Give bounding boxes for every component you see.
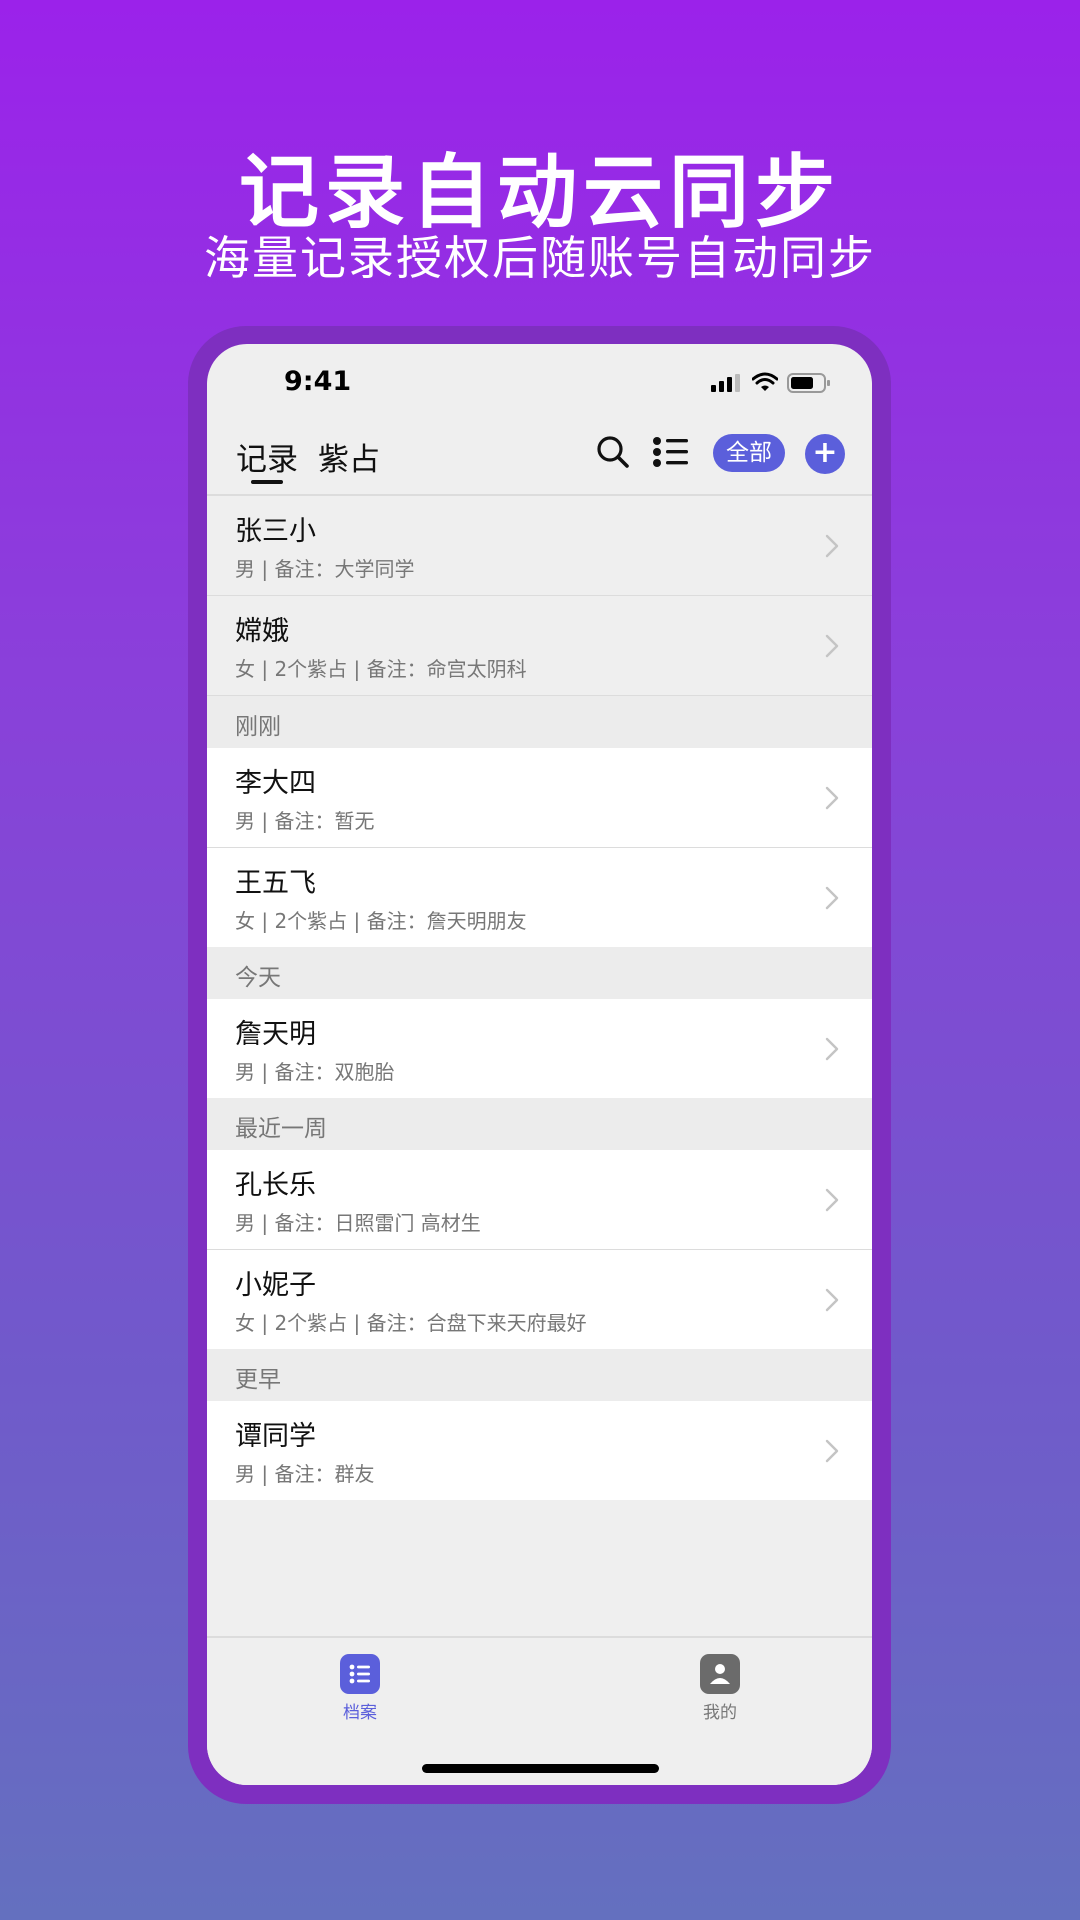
record-meta: 男 | 备注：群友 bbox=[235, 1462, 375, 1486]
active-tab-indicator bbox=[251, 480, 283, 484]
record-name: 詹天明 bbox=[235, 1019, 316, 1050]
record-name: 谭同学 bbox=[235, 1421, 316, 1452]
list-item[interactable]: 嫦娥 女 | 2个紫占 | 备注：命宫太阴科 bbox=[207, 596, 872, 696]
list-icon bbox=[340, 1654, 380, 1694]
phone-screen: 9:41 记录 紫占 全部 + 张三小 男 | 备注：大学同学 嫦娥 女 | 2… bbox=[207, 344, 872, 1785]
status-time: 9:41 bbox=[284, 366, 352, 397]
list-item[interactable]: 谭同学 男 | 备注：群友 bbox=[207, 1401, 872, 1500]
record-meta: 男 | 备注：日照雷门 高材生 bbox=[235, 1211, 481, 1235]
list-item[interactable]: 孔长乐 男 | 备注：日照雷门 高材生 bbox=[207, 1150, 872, 1250]
list-item[interactable]: 小妮子 女 | 2个紫占 | 备注：合盘下来天府最好 bbox=[207, 1250, 872, 1349]
chevron-right-icon bbox=[825, 786, 839, 810]
list-item[interactable]: 詹天明 男 | 备注：双胞胎 bbox=[207, 999, 872, 1098]
signal-icon bbox=[711, 374, 740, 392]
list-item[interactable]: 王五飞 女 | 2个紫占 | 备注：詹天明朋友 bbox=[207, 848, 872, 947]
top-nav: 记录 紫占 全部 + bbox=[207, 424, 872, 496]
record-meta: 女 | 2个紫占 | 备注：命宫太阴科 bbox=[235, 657, 527, 681]
section-header: 今天 bbox=[207, 947, 872, 999]
section-header: 最近一周 bbox=[207, 1098, 872, 1150]
record-meta: 女 | 2个紫占 | 备注：詹天明朋友 bbox=[235, 909, 527, 933]
record-meta: 男 | 备注：双胞胎 bbox=[235, 1060, 395, 1084]
section-title: 刚刚 bbox=[235, 714, 281, 740]
section-title: 最近一周 bbox=[235, 1116, 327, 1142]
add-record-button[interactable]: + bbox=[805, 434, 845, 474]
record-name: 王五飞 bbox=[235, 868, 316, 899]
wifi-icon bbox=[752, 372, 778, 391]
section-title: 更早 bbox=[235, 1367, 281, 1393]
bottom-tab-bar: 档案 我的 bbox=[207, 1636, 872, 1785]
home-indicator[interactable] bbox=[422, 1764, 659, 1773]
list-item[interactable]: 张三小 男 | 备注：大学同学 bbox=[207, 496, 872, 596]
section-header: 刚刚 bbox=[207, 696, 872, 748]
tab-ziwei[interactable]: 紫占 bbox=[318, 434, 380, 479]
filter-all-button[interactable]: 全部 bbox=[713, 434, 785, 472]
chevron-right-icon bbox=[825, 534, 839, 558]
chevron-right-icon bbox=[825, 1439, 839, 1463]
chevron-right-icon bbox=[825, 886, 839, 910]
tab-archive[interactable]: 档案 bbox=[320, 1654, 400, 1723]
list-item[interactable]: 李大四 男 | 备注：暂无 bbox=[207, 748, 872, 848]
chevron-right-icon bbox=[825, 1188, 839, 1212]
record-name: 孔长乐 bbox=[235, 1170, 316, 1201]
tab-mine-label: 我的 bbox=[703, 1703, 737, 1723]
promo-subline: 海量记录授权后随账号自动同步 bbox=[204, 231, 876, 285]
list-icon[interactable] bbox=[652, 434, 690, 470]
record-name: 嫦娥 bbox=[235, 616, 289, 647]
tab-records[interactable]: 记录 bbox=[236, 434, 298, 479]
section-title: 今天 bbox=[235, 965, 281, 991]
tab-archive-label: 档案 bbox=[343, 1703, 377, 1723]
chevron-right-icon bbox=[825, 1037, 839, 1061]
section-header: 更早 bbox=[207, 1349, 872, 1401]
record-meta: 男 | 备注：大学同学 bbox=[235, 557, 415, 581]
record-name: 张三小 bbox=[235, 516, 316, 547]
person-icon bbox=[700, 1654, 740, 1694]
search-icon[interactable] bbox=[595, 434, 631, 470]
record-meta: 女 | 2个紫占 | 备注：合盘下来天府最好 bbox=[235, 1311, 587, 1335]
tab-mine[interactable]: 我的 bbox=[680, 1654, 760, 1723]
record-name: 李大四 bbox=[235, 768, 316, 799]
record-list: 张三小 男 | 备注：大学同学 嫦娥 女 | 2个紫占 | 备注：命宫太阴科 刚… bbox=[207, 496, 872, 1500]
battery-icon bbox=[787, 373, 830, 393]
chevron-right-icon bbox=[825, 634, 839, 658]
record-meta: 男 | 备注：暂无 bbox=[235, 809, 375, 833]
chevron-right-icon bbox=[825, 1288, 839, 1312]
record-name: 小妮子 bbox=[235, 1270, 316, 1301]
status-bar: 9:41 bbox=[207, 344, 872, 424]
